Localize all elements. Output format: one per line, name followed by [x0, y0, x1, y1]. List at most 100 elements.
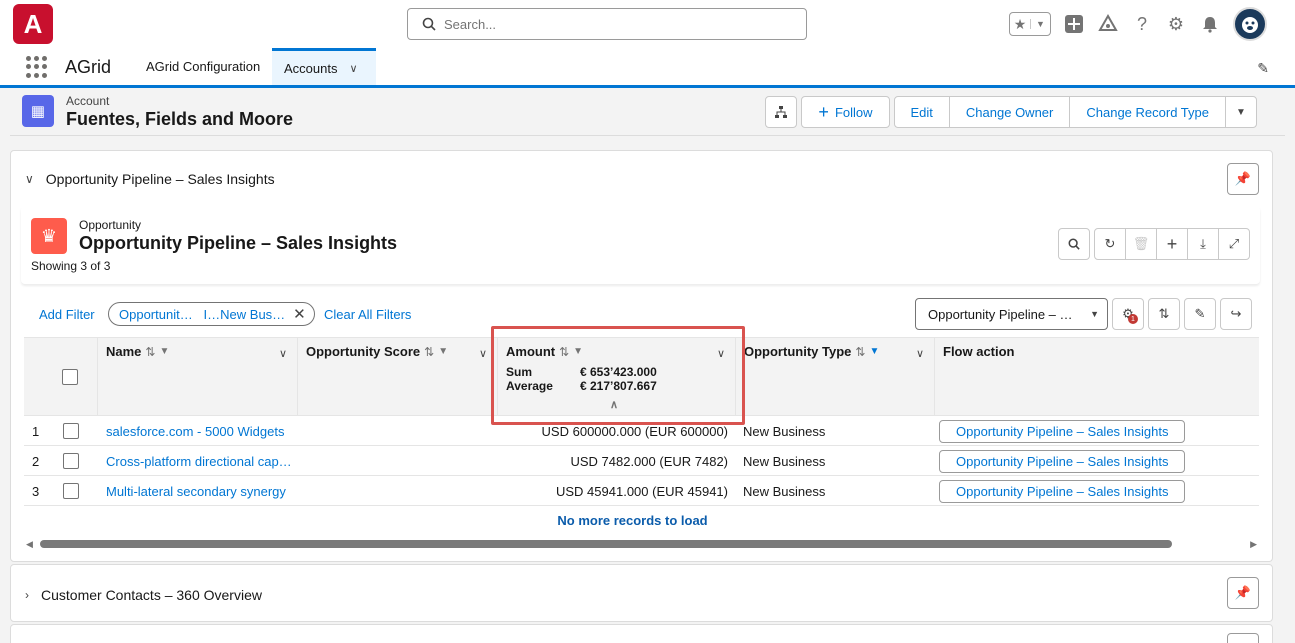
trailhead-icon[interactable] [1097, 13, 1119, 35]
chevron-down-icon[interactable]: ∨ [717, 347, 725, 360]
chevron-down-icon[interactable]: ∨ [479, 347, 487, 360]
section-title: Customer Contacts – 360 Overview [41, 587, 262, 603]
global-add-icon[interactable] [1063, 13, 1085, 35]
record-name-link[interactable]: Multi-lateral secondary synergy [106, 476, 296, 506]
amount-aggregates: Sum € 653’423.000 Average € 217’807.667 [506, 365, 727, 393]
section-header[interactable]: › Customer Contacts – 360 Overview [25, 587, 262, 603]
clear-all-filters-link[interactable]: Clear All Filters [324, 307, 411, 322]
change-record-type-button[interactable]: Change Record Type [1069, 96, 1226, 128]
record-type-label: Account [66, 94, 110, 108]
pin-icon: 📌 [1234, 171, 1252, 186]
global-search-input[interactable]: Search... [407, 8, 807, 40]
sort-button[interactable]: ⇅ [1148, 298, 1180, 330]
column-header-opportunity-type[interactable]: Opportunity Type ⇅ ▼ ∨ [736, 338, 935, 416]
average-value: € 217’807.667 [580, 379, 657, 393]
record-name-link[interactable]: salesforce.com - 5000 Widgets [106, 416, 296, 446]
chevron-right-icon[interactable]: › [25, 588, 29, 602]
section-header[interactable]: ∨ Opportunity Pipeline – Sales Insights [25, 171, 275, 187]
pin-button[interactable]: 📌 [1227, 577, 1259, 609]
record-title: Fuentes, Fields and Moore [66, 109, 294, 129]
plus-icon: + [1166, 233, 1178, 254]
scroll-right-icon[interactable]: ▶ [1250, 539, 1257, 550]
view-selector[interactable]: Opportunity Pipeline – … ▼ [915, 298, 1108, 330]
filter-pill[interactable]: Opportunit… I…New Bus… ✕ [108, 302, 315, 326]
tab-accounts[interactable]: Accounts ∨ [272, 48, 376, 85]
row-checkbox[interactable] [63, 453, 79, 469]
tab-label: AGrid Configuration [146, 59, 261, 74]
filter-bar: Add Filter Opportunit… I…New Bus… ✕ Clea… [11, 298, 1272, 332]
chevron-down-icon[interactable]: ∨ [279, 347, 287, 360]
sum-label: Sum [506, 365, 533, 379]
download-icon: ⤓ [1200, 236, 1206, 251]
filter-active-icon: ▼ [869, 346, 880, 357]
export-button[interactable]: ⤓ [1187, 228, 1219, 260]
column-header-opportunity-score[interactable]: Opportunity Score ⇅ ▼ ∨ [298, 338, 498, 416]
edit-nav-pencil-icon[interactable]: ✎ [1257, 60, 1269, 77]
row-number: 3 [32, 483, 40, 499]
grid-header: ♛ Opportunity Opportunity Pipeline – Sal… [21, 206, 1260, 284]
chevron-down-icon[interactable]: ∨ [916, 347, 924, 360]
flow-action-button[interactable]: Opportunity Pipeline – Sales Insights [939, 479, 1186, 503]
chevron-down-icon[interactable]: ∨ [349, 62, 357, 75]
average-label: Average [506, 379, 553, 393]
filter-pill-label: Opportunit… I…New Bus… [119, 306, 286, 322]
flow-action-button[interactable]: Opportunity Pipeline – Sales Insights [939, 419, 1186, 443]
row-checkbox[interactable] [63, 423, 79, 439]
share-icon: ↪ [1230, 306, 1242, 321]
share-button[interactable]: ↪ [1220, 298, 1252, 330]
customer-contacts-card: › Customer Contacts – 360 Overview 📌 [10, 564, 1273, 622]
filter-icon: ▼ [438, 346, 449, 357]
scrollbar-thumb[interactable] [40, 540, 1172, 548]
record-count: Showing 3 of 3 [31, 259, 111, 273]
table-row: 1 salesforce.com - 5000 Widgets USD 6000… [24, 416, 1259, 446]
grid-title: Opportunity Pipeline – Sales Insights [79, 233, 398, 253]
opportunity-type-cell: New Business [743, 423, 826, 439]
delete-button[interactable]: 🗑 [1125, 228, 1157, 260]
amount-cell: USD 7482.000 (EUR 7482) [570, 453, 728, 469]
row-checkbox[interactable] [63, 483, 79, 499]
horizontal-scrollbar[interactable]: ◀ ▶ [24, 536, 1259, 552]
more-actions-chevron-icon[interactable]: ▼ [1225, 96, 1257, 128]
follow-button[interactable]: + Follow [801, 96, 890, 128]
refresh-button[interactable]: ↻ [1094, 228, 1126, 260]
view-settings-button[interactable]: ⚙ 1 [1112, 298, 1144, 330]
select-all-cell [24, 338, 98, 416]
column-header-name[interactable]: Name ⇅ ▼ ∨ [98, 338, 298, 416]
bell-icon[interactable] [1199, 13, 1221, 35]
follow-label: Follow [834, 104, 873, 120]
add-filter-link[interactable]: Add Filter [39, 307, 95, 322]
app-launcher-icon[interactable] [26, 56, 48, 78]
pin-button[interactable]: 📌 [1227, 163, 1259, 195]
tab-agrid-configuration[interactable]: AGrid Configuration [134, 48, 272, 85]
record-name-link[interactable]: Cross-platform directional cap… [106, 446, 296, 476]
table-row: 3 Multi-lateral secondary synergy USD 45… [24, 476, 1259, 506]
collapse-aggregates-icon[interactable]: ∧ [610, 398, 618, 411]
logo-text: A [23, 8, 43, 39]
pin-view-button[interactable]: ✎ [1184, 298, 1216, 330]
record-header: ▦ Account Fuentes, Fields and Moore + Fo… [10, 88, 1285, 136]
plus-icon: + [818, 101, 829, 122]
scroll-left-icon[interactable]: ◀ [26, 539, 33, 550]
select-all-checkbox[interactable] [61, 369, 78, 385]
chevron-down-icon[interactable]: ▼ [1030, 19, 1050, 29]
help-icon[interactable]: ? [1131, 13, 1153, 35]
sort-icon: ⇅ [424, 344, 435, 359]
grid-search-button[interactable] [1058, 228, 1090, 260]
column-header-amount[interactable]: Amount ⇅ ▼ ∨ Sum € 653’423.000 Average € 217… [498, 338, 736, 416]
chevron-down-icon[interactable]: ∨ [25, 172, 34, 186]
edit-button[interactable]: Edit [893, 96, 950, 128]
pin-button[interactable] [1227, 633, 1259, 643]
opportunity-crown-icon: ♛ [31, 218, 67, 254]
app-logo[interactable]: A [13, 4, 53, 44]
add-record-button[interactable]: + [1156, 228, 1188, 260]
flow-action-button[interactable]: Opportunity Pipeline – Sales Insights [939, 449, 1186, 473]
change-owner-button[interactable]: Change Owner [948, 96, 1071, 128]
search-icon [1068, 238, 1080, 250]
hierarchy-button[interactable] [765, 96, 798, 128]
star-icon[interactable]: ★ [1010, 16, 1030, 33]
close-icon[interactable]: ✕ [293, 305, 306, 323]
user-avatar[interactable] [1233, 7, 1267, 41]
fullscreen-button[interactable]: ⤢ [1218, 228, 1250, 260]
filter-icon: ▼ [159, 346, 170, 357]
gear-icon[interactable]: ⚙ [1165, 13, 1187, 35]
